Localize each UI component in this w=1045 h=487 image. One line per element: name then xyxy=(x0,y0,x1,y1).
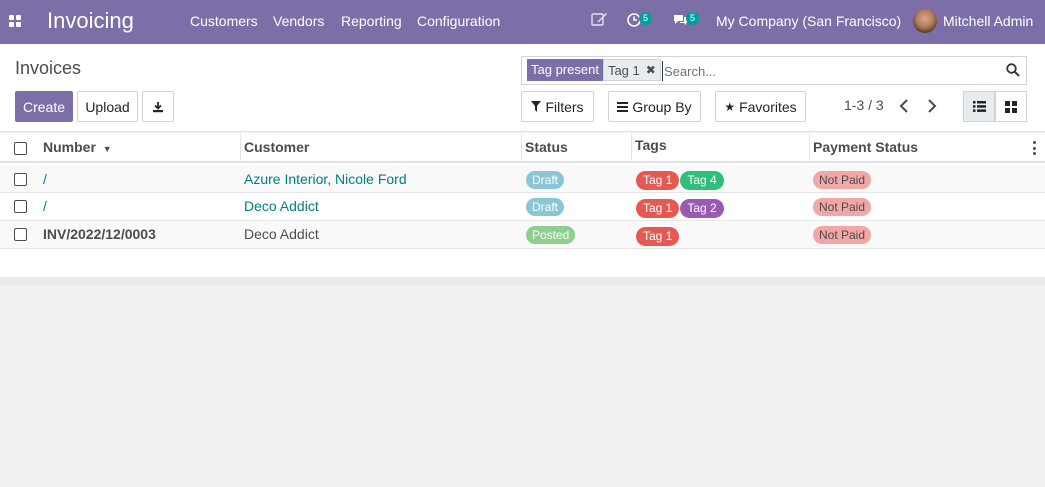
tag-badge: Tag 1 xyxy=(636,198,680,218)
tag-badge: Tag 2 xyxy=(680,198,724,218)
search-facet: Tag present Tag 1 ✖ xyxy=(527,59,661,81)
top-navbar: Invoicing Customers Vendors Reporting Co… xyxy=(0,0,1045,44)
filter-icon xyxy=(531,101,542,112)
invoice-number[interactable]: / xyxy=(43,193,47,221)
list-view-icon xyxy=(972,101,986,112)
optional-columns-icon[interactable] xyxy=(1033,141,1036,155)
column-number-label: Number xyxy=(43,139,96,155)
column-payment-status[interactable]: Payment Status xyxy=(810,133,1035,163)
payment-status-badge: Not Paid xyxy=(813,226,872,245)
group-by-icon xyxy=(617,101,629,112)
create-button[interactable]: Create xyxy=(15,91,73,122)
sort-desc-icon: ▼ xyxy=(102,144,112,154)
row-checkbox[interactable] xyxy=(14,200,27,213)
user-avatar[interactable] xyxy=(913,9,937,33)
invoice-number[interactable]: INV/2022/12/0003 xyxy=(43,221,156,249)
pager-value[interactable]: 1-3 / 3 xyxy=(844,97,884,113)
favorites-label: Favorites xyxy=(739,98,797,115)
table-header: Number ▼ Customer Status Tags Payment St… xyxy=(0,133,1045,163)
edit-note-icon[interactable] xyxy=(591,12,608,27)
facet-value: Tag 1 ✖ xyxy=(602,59,661,81)
search-bar: Tag present Tag 1 ✖ xyxy=(521,56,1027,85)
facet-label: Tag present xyxy=(527,59,603,81)
menu-vendors[interactable]: Vendors xyxy=(273,13,324,29)
table-row[interactable]: / Azure Interior, Nicole Ford Draft Tag … xyxy=(0,165,1045,193)
invoice-number[interactable]: / xyxy=(43,165,47,193)
download-button[interactable] xyxy=(142,91,174,122)
horizontal-scrollbar[interactable] xyxy=(0,277,1045,285)
column-customer[interactable]: Customer xyxy=(241,133,522,163)
payment-status-badge: Not Paid xyxy=(813,198,872,217)
group-by-button[interactable]: Group By xyxy=(608,91,701,122)
filters-label: Filters xyxy=(545,98,584,115)
remove-facet-icon[interactable]: ✖ xyxy=(646,63,656,77)
facet-value-text: Tag 1 xyxy=(607,62,640,78)
tag-badge: Tag 4 xyxy=(680,170,724,190)
invoice-list: Number ▼ Customer Status Tags Payment St… xyxy=(0,133,1045,277)
table-row[interactable]: / Deco Addict Draft Tag 1 Tag 2 Not Paid xyxy=(0,193,1045,221)
menu-configuration[interactable]: Configuration xyxy=(417,13,500,29)
page-title: Invoices xyxy=(15,58,82,78)
upload-button[interactable]: Upload xyxy=(77,91,138,122)
row-checkbox[interactable] xyxy=(14,173,27,186)
status-badge: Draft xyxy=(526,198,565,217)
table-row[interactable]: INV/2022/12/0003 Deco Addict Posted Tag … xyxy=(0,221,1045,249)
tag-badge: Tag 1 xyxy=(636,226,680,246)
status-badge: Posted xyxy=(526,226,576,245)
activity-count-badge: 5 xyxy=(639,12,652,25)
control-panel: Invoices Tag present Tag 1 ✖ Create Uplo… xyxy=(0,44,1045,132)
menu-reporting[interactable]: Reporting xyxy=(341,13,402,29)
select-all-checkbox[interactable] xyxy=(14,142,27,155)
search-input[interactable] xyxy=(662,61,992,81)
app-name[interactable]: Invoicing xyxy=(47,8,134,34)
tag-badge: Tag 1 xyxy=(636,170,680,190)
status-badge: Draft xyxy=(526,171,565,190)
menu-customers[interactable]: Customers xyxy=(190,13,258,29)
column-status[interactable]: Status xyxy=(522,133,632,163)
invoice-customer[interactable]: Deco Addict xyxy=(244,221,319,249)
messages-count-badge: 5 xyxy=(686,12,699,25)
payment-status-badge: Not Paid xyxy=(813,171,872,190)
invoice-customer[interactable]: Deco Addict xyxy=(244,193,319,221)
row-checkbox[interactable] xyxy=(14,228,27,241)
kanban-view-button[interactable] xyxy=(995,91,1027,122)
favorites-button[interactable]: ★ Favorites xyxy=(715,91,806,122)
column-number[interactable]: Number ▼ xyxy=(40,133,241,163)
column-tags[interactable]: Tags xyxy=(632,133,810,163)
star-icon: ★ xyxy=(724,99,736,114)
user-menu[interactable]: Mitchell Admin xyxy=(943,13,1033,29)
search-icon[interactable] xyxy=(1006,63,1020,77)
pager-previous-icon[interactable] xyxy=(899,99,909,113)
kanban-view-icon xyxy=(1005,100,1017,113)
download-icon xyxy=(153,101,163,112)
company-switcher[interactable]: My Company (San Francisco) xyxy=(716,13,901,29)
apps-menu-icon[interactable] xyxy=(9,15,21,27)
filters-button[interactable]: Filters xyxy=(521,91,594,122)
group-by-label: Group By xyxy=(632,98,692,115)
list-view-button[interactable] xyxy=(963,91,995,122)
invoice-customer[interactable]: Azure Interior, Nicole Ford xyxy=(244,165,407,193)
pager-next-icon[interactable] xyxy=(927,99,937,113)
